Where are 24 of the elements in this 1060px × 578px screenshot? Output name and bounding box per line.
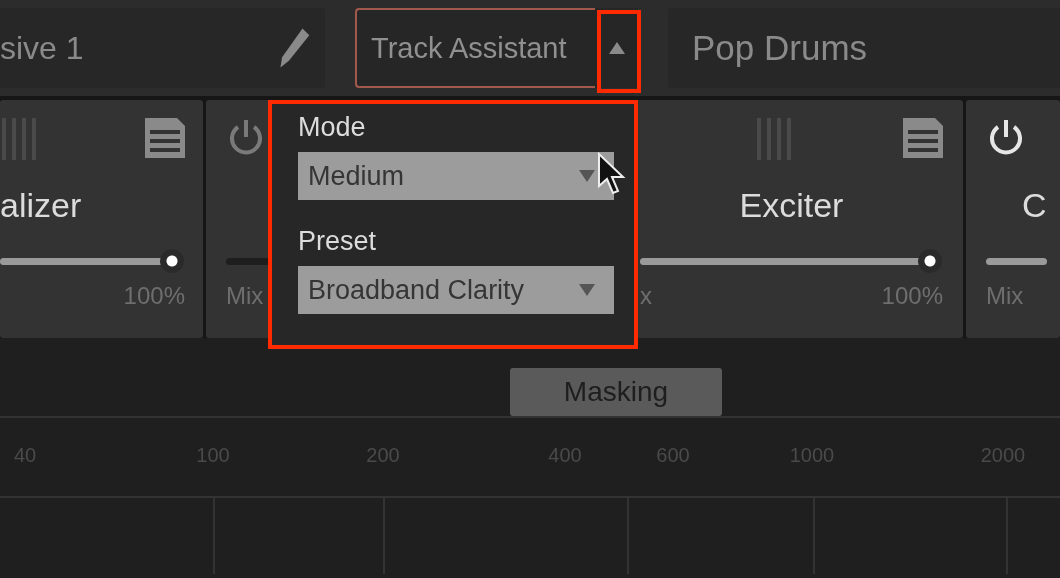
caret-icon <box>578 169 596 183</box>
masking-button[interactable]: Masking <box>510 368 722 416</box>
dropdown-field[interactable]: Broadband Clarity <box>298 266 614 314</box>
mix-label: Mix <box>226 282 264 310</box>
mix-slider[interactable] <box>0 248 185 274</box>
module-title: alizer <box>0 184 83 226</box>
mix-value: 100% <box>123 282 185 310</box>
track-assistant-button[interactable]: Track Assistant <box>355 8 595 88</box>
mix-label: Mix <box>986 282 1024 310</box>
notes-icon[interactable] <box>903 118 943 158</box>
triangle-icon <box>607 41 626 55</box>
cursor-icon <box>597 152 627 196</box>
notes-icon[interactable] <box>145 118 185 158</box>
caret-icon <box>578 283 596 297</box>
dropdown-field[interactable]: Medium <box>298 152 614 200</box>
mix-label: x <box>640 282 652 310</box>
track-name-field[interactable]: Pop Drums <box>668 8 1060 88</box>
field-label: Preset <box>298 226 378 258</box>
mix-slider[interactable] <box>640 248 943 274</box>
module-title: Exciter <box>738 184 845 226</box>
preset-name-field[interactable]: sive 1 <box>0 8 325 88</box>
module-title: C <box>1021 184 1048 226</box>
mix-value: 100% <box>881 282 943 310</box>
field-label: Mode <box>298 112 367 144</box>
